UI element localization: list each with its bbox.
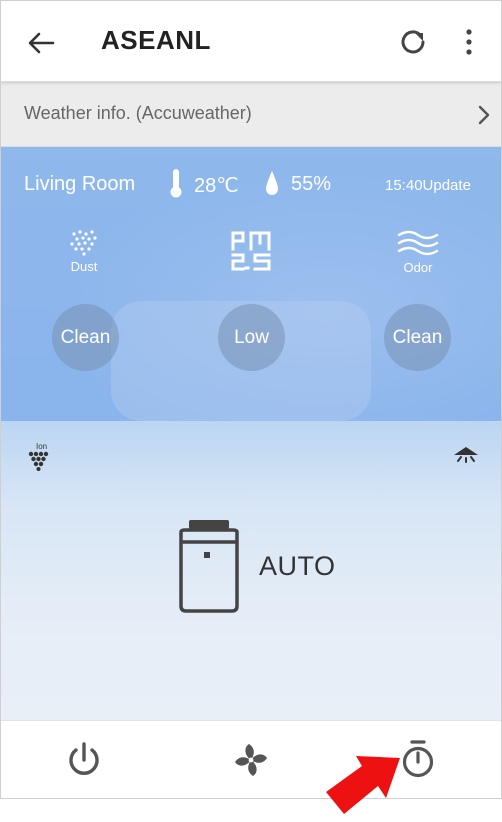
- humidity-drop-icon: [266, 171, 278, 195]
- sensor-dust: Dust: [34, 228, 134, 274]
- power-button[interactable]: [65, 740, 103, 780]
- pm25-status-bubble: Low: [218, 304, 285, 371]
- annotation-arrow-icon: [326, 756, 400, 814]
- air-purifier-icon: [179, 520, 239, 613]
- dust-icon: [70, 230, 97, 256]
- weather-info-label: Weather info. (Accuweather): [24, 103, 252, 123]
- thermometer-icon: [170, 169, 182, 198]
- pm25-icon: [231, 231, 271, 271]
- back-button[interactable]: [23, 25, 59, 61]
- fan-speed-button[interactable]: [233, 742, 269, 778]
- humidity-value: 55%: [291, 173, 332, 195]
- mode-label: AUTO: [259, 551, 336, 581]
- update-time: 15:40Update: [385, 177, 471, 194]
- odor-icon: [397, 230, 439, 256]
- ion-icon[interactable]: Ion: [27, 441, 55, 471]
- sensor-odor: Odor: [368, 229, 468, 275]
- app-bar: ASEANL: [1, 1, 501, 82]
- sensor-pm25: [201, 229, 301, 273]
- temperature-value: 28℃: [194, 175, 239, 197]
- chevron-right-icon: [478, 105, 490, 125]
- odor-status-bubble: Clean: [384, 304, 451, 371]
- app-screen: ASEANL Weather info. (Accuweather) Livin…: [0, 0, 502, 799]
- swing-icon[interactable]: [452, 445, 480, 469]
- room-name: Living Room: [24, 173, 136, 195]
- weather-info-row[interactable]: Weather info. (Accuweather): [1, 82, 501, 147]
- odor-label: Odor: [403, 260, 433, 275]
- dust-label: Dust: [70, 259, 98, 274]
- more-options-button[interactable]: [457, 23, 481, 61]
- page-title: ASEANL: [101, 25, 211, 55]
- dust-status-bubble: Clean: [52, 304, 119, 371]
- refresh-button[interactable]: [396, 25, 430, 59]
- ion-text: Ion: [36, 442, 47, 451]
